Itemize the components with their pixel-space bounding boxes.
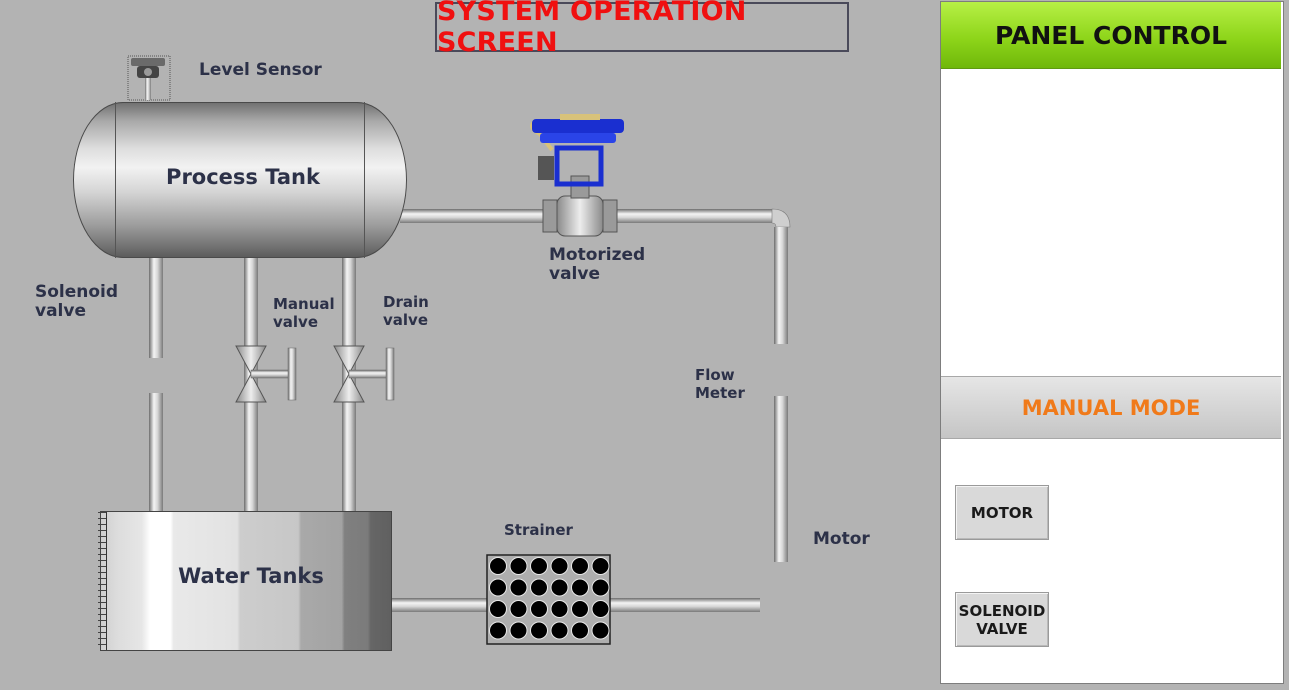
strainer-hole <box>509 578 528 597</box>
strainer-hole <box>509 557 528 575</box>
strainer-hole <box>530 600 548 618</box>
level-sensor-label: Level Sensor <box>199 60 322 80</box>
control-panel <box>940 1 1284 684</box>
flow-meter-label: Flow Meter <box>695 366 745 402</box>
strainer-hole <box>571 600 589 618</box>
strainer-hole <box>550 600 569 618</box>
strainer-hole <box>591 600 610 618</box>
water-tanks-label: Water Tanks <box>178 564 324 588</box>
strainer-hole <box>530 621 548 640</box>
motorized-valve-label: Motorized valve <box>549 245 646 284</box>
strainer-hole <box>550 621 569 640</box>
strainer-hole <box>530 557 548 575</box>
mode-indicator[interactable]: MANUAL MODE <box>941 376 1281 439</box>
strainer-hole <box>489 600 507 618</box>
strainer-hole <box>571 557 589 575</box>
strainer-hole <box>509 621 528 640</box>
strainer-hole <box>571 621 589 640</box>
strainer-hole <box>489 557 507 575</box>
strainer-hole <box>550 557 569 575</box>
process-tank-label: Process Tank <box>166 165 320 189</box>
solenoid-valve-button[interactable]: SOLENOID VALVE <box>955 592 1049 647</box>
strainer-icon <box>486 554 611 645</box>
strainer-label: Strainer <box>504 521 573 539</box>
panel-header: PANEL CONTROL <box>941 2 1281 69</box>
solenoid-valve-label: Solenoid valve <box>35 282 119 321</box>
motorized-valve-icon <box>530 114 624 237</box>
strainer-hole <box>591 557 610 575</box>
strainer-hole <box>591 578 610 597</box>
strainer-hole <box>550 578 569 597</box>
motor-label: Motor <box>813 529 870 549</box>
manual-valve-label: Manual valve <box>273 295 335 331</box>
solenoid-line-pipe <box>149 256 163 511</box>
strainer-hole <box>489 578 507 597</box>
motor-button[interactable]: MOTOR <box>955 485 1049 540</box>
strainer-hole <box>571 578 589 597</box>
strainer-hole <box>509 600 528 618</box>
strainer-hole <box>591 621 610 640</box>
drain-valve-label: Drain valve <box>383 293 429 329</box>
strainer-hole <box>530 578 548 597</box>
strainer-hole <box>489 621 507 640</box>
level-sensor-icon <box>127 55 171 101</box>
